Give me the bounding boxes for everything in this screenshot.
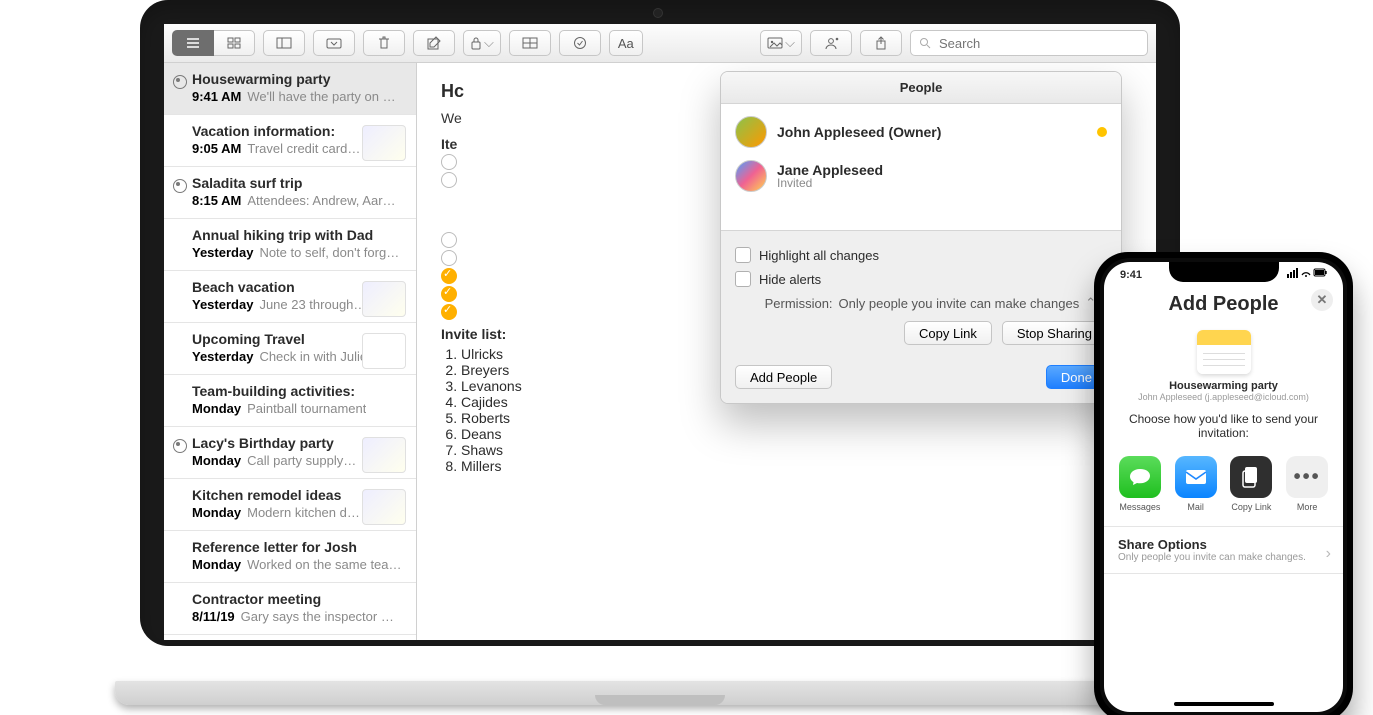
iphone-note-title: Housewarming party — [1104, 380, 1343, 392]
macbook-frame: ⌵ Aa ⌵ — [115, 0, 1205, 715]
note-thumbnail — [362, 281, 406, 317]
shared-icon — [173, 439, 187, 453]
note-title: Reference letter for Josh — [192, 539, 402, 555]
people-list: John Appleseed (Owner) Jane AppleseedInvi… — [721, 104, 1121, 230]
note-row[interactable]: Kitchen remodel ideasMondayModern kitche… — [164, 479, 416, 531]
iphone-notch — [1169, 262, 1279, 282]
note-title: Housewarming party — [192, 71, 402, 87]
status-icons — [1287, 268, 1327, 281]
person-row[interactable]: Jane AppleseedInvited — [735, 154, 1107, 198]
person-row[interactable]: John Appleseed (Owner) — [735, 110, 1107, 154]
note-row[interactable]: Upcoming TravelYesterdayCheck in with Ju… — [164, 323, 416, 375]
note-thumbnail — [362, 125, 406, 161]
permission-label: Permission: — [765, 296, 833, 311]
note-row[interactable]: Lacy's Birthday partyMondayCall party su… — [164, 427, 416, 479]
attachments-button[interactable] — [263, 30, 305, 56]
share-options-row[interactable]: Share Options Only people you invite can… — [1104, 526, 1343, 574]
checklist-button[interactable] — [559, 30, 601, 56]
avatar — [735, 116, 767, 148]
note-meta: 8:15 AMAttendees: Andrew, Aaron… — [192, 193, 402, 208]
iphone-note-owner: John Appleseed (j.appleseed@icloud.com) — [1104, 392, 1343, 402]
trash-button[interactable] — [363, 30, 405, 56]
collaborate-button[interactable] — [810, 30, 852, 56]
more-icon: ••• — [1286, 456, 1328, 498]
hide-alerts-checkbox[interactable] — [735, 271, 751, 287]
search-field[interactable] — [910, 30, 1148, 56]
grid-view-button[interactable] — [214, 30, 255, 56]
note-title: Team-building activities: — [192, 383, 402, 399]
note-thumbnail — [362, 489, 406, 525]
note-row[interactable]: Vacation information:9:05 AMTravel credi… — [164, 115, 416, 167]
highlight-checkbox[interactable] — [735, 247, 751, 263]
toolbar: ⌵ Aa ⌵ — [164, 24, 1156, 63]
view-toggle — [172, 30, 255, 56]
share-button[interactable] — [860, 30, 902, 56]
invitee: Deans — [461, 426, 1132, 442]
search-input[interactable] — [937, 35, 1139, 52]
note-icon — [1197, 330, 1251, 374]
font-button[interactable]: Aa — [609, 30, 643, 56]
highlight-label: Highlight all changes — [759, 248, 879, 263]
iphone-sheet-title: Add People — [1168, 293, 1278, 315]
add-people-button[interactable]: Add People — [735, 365, 832, 389]
person-name: John Appleseed (Owner) — [777, 124, 941, 140]
share-copy-link[interactable]: Copy Link — [1230, 456, 1272, 512]
notes-list: Housewarming party 9:41 AMWe'll have the … — [164, 63, 417, 640]
note-meta: 9:41 AMWe'll have the party on Sat… — [192, 89, 402, 104]
note-body: Hc We Ite Invite list: UlricksBreyersLev… — [417, 63, 1156, 640]
lock-button[interactable]: ⌵ — [463, 30, 501, 56]
share-mail[interactable]: Mail — [1175, 456, 1217, 512]
choose-prompt: Choose how you'd like to send your invit… — [1104, 412, 1343, 440]
compose-button[interactable] — [413, 30, 455, 56]
chevron-right-icon: › — [1326, 545, 1331, 563]
stop-sharing-button[interactable]: Stop Sharing — [1002, 321, 1107, 345]
shared-icon — [173, 179, 187, 193]
invitee: Shaws — [461, 442, 1132, 458]
invitee: Roberts — [461, 410, 1132, 426]
people-popover: People John Appleseed (Owner) Jane Apples… — [720, 71, 1122, 404]
avatar — [735, 160, 767, 192]
hide-alerts-label: Hide alerts — [759, 272, 821, 287]
invitee: Millers — [461, 458, 1132, 474]
note-thumbnail — [362, 333, 406, 369]
share-messages[interactable]: Messages — [1119, 456, 1161, 512]
search-icon — [919, 37, 931, 49]
permission-value[interactable]: Only people you invite can make changes — [839, 296, 1080, 311]
note-title: Annual hiking trip with Dad — [192, 227, 402, 243]
note-meta: MondayWorked on the same team… — [192, 557, 402, 572]
note-meta: 8/11/19Gary says the inspector w… — [192, 609, 402, 624]
iphone-frame: 9:41 Add People ✕ Housewarming party Joh… — [1094, 252, 1353, 715]
list-view-button[interactable] — [172, 30, 214, 56]
note-row[interactable]: Housewarming party 9:41 AMWe'll have the … — [164, 63, 416, 115]
share-more[interactable]: ••• More — [1286, 456, 1328, 512]
copy-link-icon — [1230, 456, 1272, 498]
person-status: Invited — [777, 176, 883, 190]
popover-title: People — [721, 72, 1121, 104]
camera-dot — [653, 8, 663, 18]
mac-screen: ⌵ Aa ⌵ — [164, 24, 1156, 640]
note-row[interactable]: Beach vacationYesterdayJune 23 through… — [164, 271, 416, 323]
iphone-time: 9:41 — [1120, 269, 1142, 281]
note-thumbnail — [362, 437, 406, 473]
note-row[interactable]: Contractor meeting 8/11/19Gary says the i… — [164, 583, 416, 635]
note-meta: MondayPaintball tournament — [192, 401, 402, 416]
note-row[interactable]: Saladita surf trip 8:15 AMAttendees: Andr… — [164, 167, 416, 219]
table-button[interactable] — [509, 30, 551, 56]
close-button[interactable]: ✕ — [1311, 289, 1333, 311]
media-button[interactable]: ⌵ — [760, 30, 802, 56]
note-title: Contractor meeting — [192, 591, 402, 607]
note-row[interactable]: Reference letter for Josh MondayWorked on… — [164, 531, 416, 583]
invite-list-title: Invite list: — [441, 326, 506, 342]
messages-icon — [1119, 456, 1161, 498]
home-indicator[interactable] — [1174, 702, 1274, 706]
shared-icon — [173, 75, 187, 89]
folder-button[interactable] — [313, 30, 355, 56]
mail-icon — [1175, 456, 1217, 498]
copy-link-button[interactable]: Copy Link — [904, 321, 992, 345]
owner-indicator-icon — [1097, 127, 1107, 137]
note-title: Saladita surf trip — [192, 175, 402, 191]
note-row[interactable]: Annual hiking trip with Dad YesterdayNote… — [164, 219, 416, 271]
note-meta: YesterdayNote to self, don't forget t… — [192, 245, 402, 260]
note-row[interactable]: Team-building activities: MondayPaintball… — [164, 375, 416, 427]
